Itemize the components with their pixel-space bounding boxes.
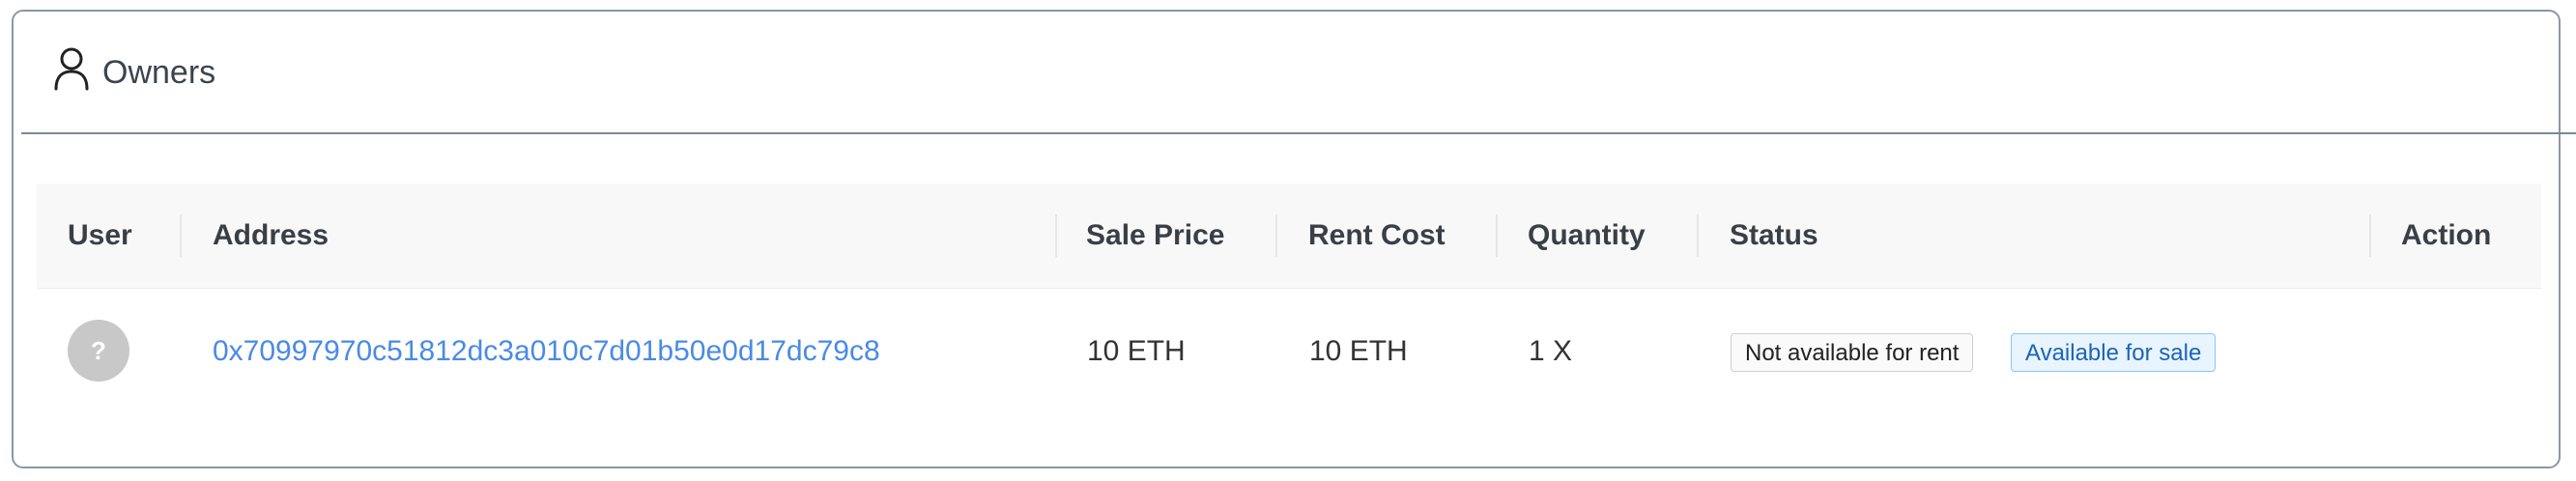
column-separator	[1697, 214, 1699, 257]
sale-price-cell: 10 ETH	[1087, 335, 1186, 367]
status-badge-rent: Not available for rent	[1731, 333, 1974, 372]
user-icon	[52, 46, 91, 91]
column-separator	[1496, 214, 1498, 257]
column-separator	[1275, 214, 1277, 257]
column-header-user: User	[68, 219, 132, 251]
column-header-action: Action	[2401, 219, 2492, 251]
column-separator	[2369, 214, 2371, 257]
column-header-address: Address	[213, 219, 329, 251]
rent-cost-cell: 10 ETH	[1309, 335, 1408, 367]
column-header-rent-cost: Rent Cost	[1308, 219, 1445, 251]
card-header: Owners	[14, 12, 2559, 135]
column-separator	[1055, 214, 1057, 257]
column-header-sale-price: Sale Price	[1086, 219, 1225, 251]
column-separator	[180, 214, 182, 257]
owner-address-link[interactable]: 0x70997970c51812dc3a010c7d01b50e0d17dc79…	[213, 335, 880, 367]
quantity-cell: 1 X	[1529, 335, 1573, 367]
address-cell: 0x70997970c51812dc3a010c7d01b50e0d17dc79…	[213, 289, 880, 414]
column-header-quantity: Quantity	[1528, 219, 1646, 251]
table-row: ? 0x70997970c51812dc3a010c7d01b50e0d17dc…	[37, 289, 2541, 414]
card-title: Owners	[102, 54, 216, 91]
owners-table: User Address Sale Price Rent Cost Quanti…	[37, 184, 2541, 414]
column-header-status: Status	[1730, 219, 1818, 251]
table-header: User Address Sale Price Rent Cost Quanti…	[37, 184, 2541, 289]
status-badge-sale: Available for sale	[2011, 333, 2217, 372]
header-divider	[21, 132, 2576, 134]
avatar[interactable]: ?	[68, 320, 129, 382]
